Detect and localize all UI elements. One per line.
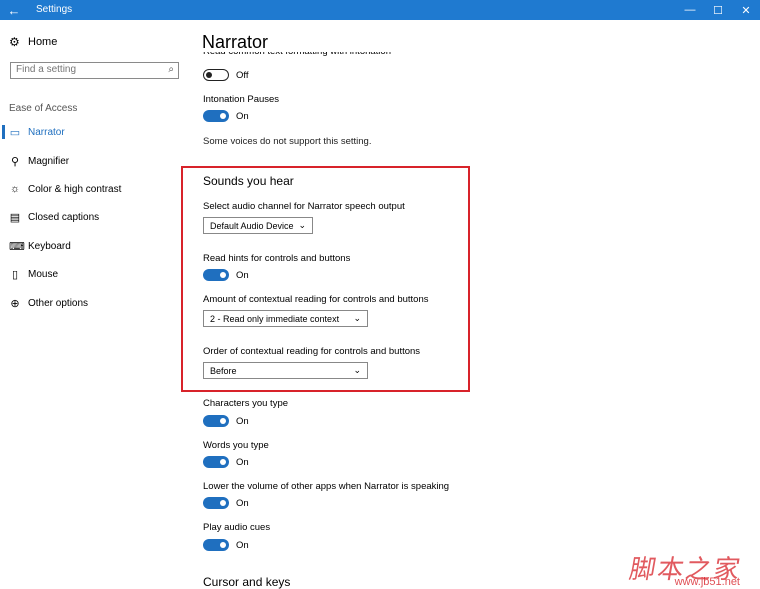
search-input[interactable] bbox=[16, 64, 156, 75]
home-label: Home bbox=[28, 36, 58, 48]
intonation-state: On bbox=[236, 111, 249, 122]
sidebar: ⚙ Home ⌕ Ease of Access ▭ Narrator ⚲ Mag… bbox=[0, 20, 190, 588]
keyboard-icon: ⌨ bbox=[9, 240, 25, 253]
search-box[interactable]: ⌕ bbox=[10, 62, 179, 79]
intonation-toggle[interactable] bbox=[203, 110, 229, 122]
sidebar-item-color[interactable]: ☼ Color & high contrast bbox=[0, 178, 190, 200]
close-icon: ✕ bbox=[741, 4, 751, 17]
sidebar-item-label: Keyboard bbox=[28, 240, 71, 252]
watermark-url: www.jb51.net bbox=[674, 576, 740, 588]
words-label: Words you type bbox=[203, 440, 269, 451]
lower-volume-label: Lower the volume of other apps when Narr… bbox=[203, 481, 450, 492]
audio-cues-toggle[interactable] bbox=[203, 539, 229, 551]
minimize-button[interactable]: — bbox=[676, 0, 704, 20]
mouse-icon: ▯ bbox=[11, 268, 19, 281]
sidebar-item-label: Magnifier bbox=[28, 155, 70, 167]
section-label: Ease of Access bbox=[9, 103, 78, 114]
magnifier-icon: ⚲ bbox=[10, 155, 20, 168]
sidebar-item-narrator[interactable]: ▭ Narrator bbox=[0, 121, 190, 143]
options-icon: ⊕ bbox=[10, 297, 20, 310]
maximize-icon: ☐ bbox=[713, 4, 723, 17]
words-state: On bbox=[236, 457, 249, 468]
words-toggle[interactable] bbox=[203, 456, 229, 468]
narrator-icon: ▭ bbox=[9, 126, 21, 139]
sidebar-item-label: Mouse bbox=[28, 268, 59, 280]
back-button[interactable]: ← bbox=[0, 0, 28, 20]
page-title: Narrator bbox=[202, 32, 269, 52]
sidebar-item-label: Color & high contrast bbox=[28, 183, 122, 195]
intonation-label: Intonation Pauses bbox=[203, 94, 280, 105]
toggle-knob bbox=[220, 542, 226, 548]
toggle-knob bbox=[220, 113, 226, 119]
window-title: Settings bbox=[36, 4, 73, 15]
voices-note: Some voices do not support this setting. bbox=[203, 136, 372, 147]
captions-icon: ▤ bbox=[9, 211, 21, 224]
sidebar-item-captions[interactable]: ▤ Closed captions bbox=[0, 206, 190, 228]
sidebar-item-keyboard[interactable]: ⌨ Keyboard bbox=[0, 235, 190, 257]
audio-cues-label: Play audio cues bbox=[203, 522, 271, 533]
brightness-icon: ☼ bbox=[9, 183, 21, 195]
gear-icon: ⚙ bbox=[9, 35, 20, 49]
toggle-knob bbox=[220, 459, 226, 465]
sidebar-item-label: Closed captions bbox=[28, 211, 100, 223]
back-arrow-icon: ← bbox=[7, 2, 21, 18]
chars-toggle[interactable] bbox=[203, 415, 229, 427]
search-icon[interactable]: ⌕ bbox=[168, 64, 174, 75]
sidebar-item-other[interactable]: ⊕ Other options bbox=[0, 292, 190, 314]
formatting-toggle[interactable] bbox=[203, 69, 229, 81]
toggle-knob bbox=[220, 500, 226, 506]
home-nav[interactable]: ⚙ Home bbox=[9, 35, 57, 49]
chars-state: On bbox=[236, 416, 249, 427]
chars-label: Characters you type bbox=[203, 398, 289, 409]
highlight-box bbox=[181, 166, 470, 392]
minimize-icon: — bbox=[684, 4, 696, 16]
close-button[interactable]: ✕ bbox=[732, 0, 760, 20]
sidebar-item-label: Narrator bbox=[28, 126, 65, 138]
lower-volume-toggle[interactable] bbox=[203, 497, 229, 509]
toggle-knob bbox=[206, 71, 212, 78]
title-bar: ← Settings — ☐ ✕ bbox=[0, 0, 760, 20]
sidebar-item-magnifier[interactable]: ⚲ Magnifier bbox=[0, 150, 190, 172]
formatting-state: Off bbox=[236, 70, 249, 81]
sidebar-item-mouse[interactable]: ▯ Mouse bbox=[0, 263, 190, 285]
audio-cues-state: On bbox=[236, 540, 249, 551]
cursor-heading: Cursor and keys bbox=[203, 575, 291, 589]
toggle-knob bbox=[220, 418, 226, 424]
lower-volume-state: On bbox=[236, 498, 249, 509]
intonation-formatting-label: Read common text formatting with intonat… bbox=[203, 52, 391, 60]
active-indicator bbox=[2, 125, 5, 139]
maximize-button[interactable]: ☐ bbox=[704, 0, 732, 20]
sidebar-item-label: Other options bbox=[28, 297, 89, 309]
